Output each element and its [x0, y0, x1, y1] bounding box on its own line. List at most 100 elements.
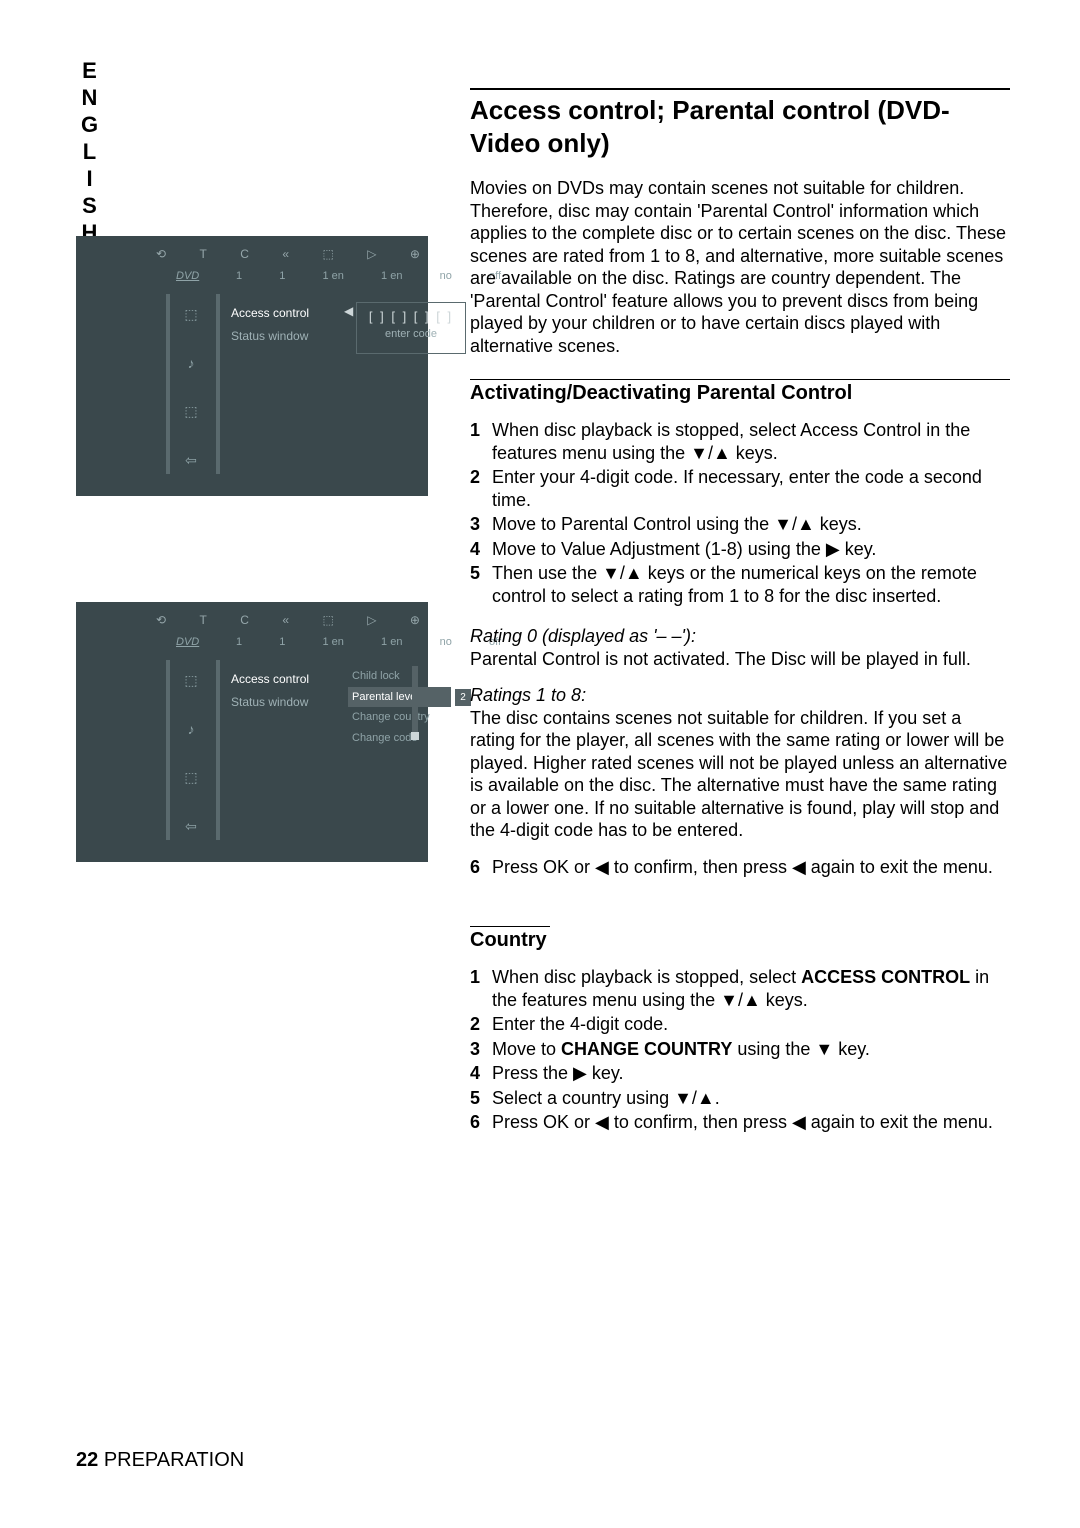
osd-side-icons: ⬚ ♪ ⬚ ⇦ — [176, 672, 206, 835]
audio-icon: ♪ — [188, 721, 195, 737]
osd-val: no — [440, 636, 452, 648]
osd-menu-item: Status window — [231, 325, 309, 348]
osd-icon: T — [199, 613, 206, 627]
osd-divider — [166, 294, 170, 474]
rating0-label: Rating 0 (displayed as '– –'): — [470, 625, 1010, 648]
step-text: Press OK or ◀ to confirm, then press ◀ a… — [492, 856, 1010, 879]
osd-menu-item: Access control — [231, 668, 309, 691]
back-icon: ⇦ — [185, 818, 197, 835]
step-number: 2 — [470, 1013, 492, 1036]
steps-list-a: 1When disc playback is stopped, select A… — [470, 419, 1010, 607]
step-number: 3 — [470, 1038, 492, 1061]
osd-menu: Access control Status window — [231, 302, 309, 348]
osd-val: 1 — [236, 636, 242, 648]
video-icon: ⬚ — [184, 306, 197, 323]
osd-icon: C — [240, 247, 249, 261]
osd-icon: ⟲ — [156, 613, 166, 627]
osd-icon: « — [282, 613, 289, 627]
osd-status-row: DVD 1 1 1 en 1 en no off — [76, 632, 428, 652]
osd-icon: ⬚ — [322, 247, 333, 261]
language-tab: ENGLISH — [76, 58, 102, 247]
osd-divider — [216, 660, 220, 840]
steps-list-a-cont: 6Press OK or ◀ to confirm, then press ◀ … — [470, 856, 1010, 879]
rating0-text: Parental Control is not activated. The D… — [470, 648, 1010, 671]
step-number: 5 — [470, 1087, 492, 1110]
osd-icon: T — [199, 247, 206, 261]
submenu-item: Child lock — [348, 666, 451, 687]
osd-icon: ⟲ — [156, 247, 166, 261]
subsection-heading: Activating/Deactivating Parental Control — [470, 382, 1010, 405]
submenu-value: 2 — [455, 689, 471, 706]
osd-top-icons: ⟲ T C « ⬚ ▷ ⊕ — [156, 244, 420, 264]
section-rule — [470, 88, 1010, 90]
osd-dvd-label: DVD — [176, 636, 199, 648]
rating1-label: Ratings 1 to 8: — [470, 684, 1010, 707]
submenu-item-selected: Parental level — [348, 687, 451, 708]
osd-screenshot-parental-level: ⟲ T C « ⬚ ▷ ⊕ DVD 1 1 1 en 1 en no off ⬚… — [76, 602, 428, 862]
step-text: When disc playback is stopped, select Ac… — [492, 419, 1010, 464]
intro-paragraph: Movies on DVDs may contain scenes not su… — [470, 177, 1010, 357]
osd-menu-item: Status window — [231, 691, 309, 714]
video-icon: ⬚ — [184, 672, 197, 689]
step-text: Then use the ▼/▲ keys or the numerical k… — [492, 562, 1010, 607]
footer-section: PREPARATION — [104, 1449, 244, 1471]
osd-divider — [216, 294, 220, 474]
osd-menu: Access control Status window — [231, 668, 309, 714]
osd-val: 1 en — [381, 270, 402, 282]
step-number: 1 — [470, 419, 492, 464]
rating1-text: The disc contains scenes not suitable fo… — [470, 707, 1010, 842]
osd-screenshot-enter-code: ⟲ T C « ⬚ ▷ ⊕ DVD 1 1 1 en 1 en no off ⬚… — [76, 236, 428, 496]
osd-val: 1 — [236, 270, 242, 282]
osd-icon: C — [240, 613, 249, 627]
code-brackets: [ ] [ ] [ ] [ ] — [357, 309, 465, 324]
step-number: 2 — [470, 466, 492, 511]
back-icon: ⇦ — [185, 452, 197, 469]
step-text: Move to CHANGE COUNTRY using the ▼ key. — [492, 1038, 1010, 1061]
osd-icon: ▷ — [367, 247, 376, 261]
osd-val: 1 en — [381, 636, 402, 648]
osd-menu-item: Access control — [231, 302, 309, 325]
subtitle-icon: ⬚ — [184, 403, 197, 420]
step-number: 4 — [470, 538, 492, 561]
step-text: Press OK or ◀ to confirm, then press ◀ a… — [492, 1111, 1010, 1134]
subsection-rule — [470, 926, 550, 927]
osd-icon: ⊕ — [410, 247, 420, 261]
osd-submenu: Child lock Parental level2 Change countr… — [348, 666, 471, 749]
section-heading: Access control; Parental control (DVD-Vi… — [470, 94, 1010, 159]
osd-divider — [166, 660, 170, 840]
osd-icon: « — [282, 247, 289, 261]
step-text: Enter the 4-digit code. — [492, 1013, 1010, 1036]
step-number: 3 — [470, 513, 492, 536]
osd-icon: ▷ — [367, 613, 376, 627]
osd-value-slider — [412, 666, 418, 740]
step-number: 6 — [470, 856, 492, 879]
step-number: 1 — [470, 966, 492, 1011]
osd-dvd-label: DVD — [176, 270, 199, 282]
page-number: 22 — [76, 1449, 98, 1471]
page-footer: 22 PREPARATION — [76, 1449, 244, 1472]
step-number: 6 — [470, 1111, 492, 1134]
subtitle-icon: ⬚ — [184, 769, 197, 786]
left-arrow-icon: ◀ — [344, 304, 353, 318]
osd-icon: ⊕ — [410, 613, 420, 627]
osd-val: 1 en — [323, 270, 344, 282]
step-number: 4 — [470, 1062, 492, 1085]
submenu-item: Change country — [348, 707, 451, 728]
osd-val: 1 — [279, 270, 285, 282]
osd-code-entry: [ ] [ ] [ ] [ ] enter code — [356, 302, 466, 354]
step-text: Move to Parental Control using the ▼/▲ k… — [492, 513, 1010, 536]
step-number: 5 — [470, 562, 492, 607]
code-label: enter code — [357, 328, 465, 340]
osd-icon: ⬚ — [322, 613, 333, 627]
submenu-item: Change code — [348, 728, 451, 749]
audio-icon: ♪ — [188, 355, 195, 371]
osd-status-row: DVD 1 1 1 en 1 en no off — [76, 266, 428, 286]
osd-val: 1 en — [323, 636, 344, 648]
subsection-heading: Country — [470, 929, 1010, 952]
step-text: When disc playback is stopped, select AC… — [492, 966, 1010, 1011]
step-text: Move to Value Adjustment (1-8) using the… — [492, 538, 1010, 561]
osd-side-icons: ⬚ ♪ ⬚ ⇦ — [176, 306, 206, 469]
subsection-rule — [470, 379, 1010, 380]
steps-list-b: 1When disc playback is stopped, select A… — [470, 966, 1010, 1134]
osd-top-icons: ⟲ T C « ⬚ ▷ ⊕ — [156, 610, 420, 630]
